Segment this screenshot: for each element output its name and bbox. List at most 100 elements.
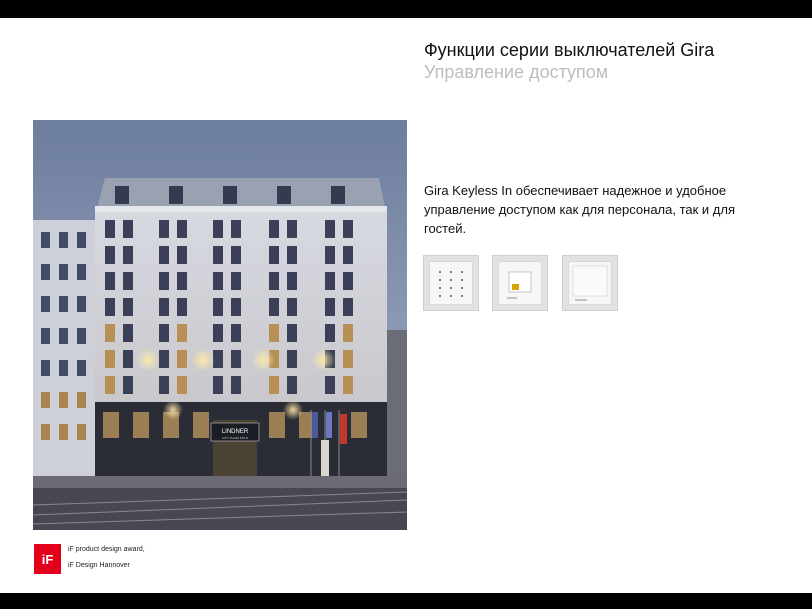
building-window bbox=[343, 272, 353, 290]
card-reader-icon bbox=[498, 261, 542, 305]
building-window bbox=[231, 376, 241, 394]
building-window bbox=[351, 412, 367, 438]
building-window bbox=[159, 246, 169, 264]
building-window bbox=[103, 412, 119, 438]
building-window bbox=[59, 328, 68, 344]
building-window bbox=[59, 232, 68, 248]
building-window bbox=[269, 376, 279, 394]
building-window bbox=[123, 220, 133, 238]
building-window bbox=[213, 324, 223, 342]
building-window bbox=[177, 220, 187, 238]
building-window bbox=[177, 376, 187, 394]
building-window bbox=[343, 298, 353, 316]
building-window bbox=[269, 246, 279, 264]
building-window bbox=[105, 298, 115, 316]
building-window bbox=[169, 186, 183, 204]
building-window bbox=[159, 272, 169, 290]
building-window bbox=[159, 376, 169, 394]
building-window bbox=[213, 376, 223, 394]
award-line-2: iF Design Hannover bbox=[68, 562, 130, 569]
building-window bbox=[287, 220, 297, 238]
building-window bbox=[213, 220, 223, 238]
building-window bbox=[77, 232, 86, 248]
thumbnail-fingerprint-reader[interactable] bbox=[562, 255, 618, 311]
building-window bbox=[325, 220, 335, 238]
building-window bbox=[159, 324, 169, 342]
building-window bbox=[105, 272, 115, 290]
building-window bbox=[105, 376, 115, 394]
building-window bbox=[105, 350, 115, 368]
building-window bbox=[287, 376, 297, 394]
building-window bbox=[325, 324, 335, 342]
slide-subtitle: Управление доступом bbox=[424, 62, 609, 82]
building-window bbox=[177, 350, 187, 368]
building-window bbox=[325, 272, 335, 290]
building-window bbox=[159, 298, 169, 316]
body-text: Gira Keyless In обеспечивает надежное и … bbox=[424, 183, 736, 236]
building-window bbox=[231, 246, 241, 264]
building-window bbox=[343, 220, 353, 238]
building-window bbox=[41, 360, 50, 376]
building-window bbox=[231, 272, 241, 290]
building-window bbox=[77, 360, 86, 376]
hotel-sign-sub: CITY PLAZA KÖLN bbox=[222, 436, 248, 440]
building-window bbox=[105, 246, 115, 264]
building-window bbox=[77, 424, 86, 440]
hotel-photo: LINDNER CITY PLAZA KÖLN bbox=[33, 120, 407, 530]
building-window bbox=[213, 298, 223, 316]
if-award-logo: iF bbox=[34, 544, 61, 574]
building-window bbox=[133, 412, 149, 438]
building-window bbox=[105, 220, 115, 238]
building-window bbox=[105, 324, 115, 342]
building-window bbox=[123, 376, 133, 394]
building-window bbox=[325, 376, 335, 394]
building-window bbox=[277, 186, 291, 204]
building-window bbox=[223, 186, 237, 204]
building-window bbox=[41, 296, 50, 312]
building-window bbox=[287, 298, 297, 316]
building-window bbox=[123, 272, 133, 290]
building-window bbox=[159, 220, 169, 238]
building-window bbox=[287, 350, 297, 368]
building-window bbox=[269, 272, 279, 290]
building-window bbox=[41, 232, 50, 248]
bottom-bar bbox=[0, 593, 812, 609]
building-window bbox=[123, 350, 133, 368]
building-window bbox=[325, 246, 335, 264]
building-window bbox=[213, 272, 223, 290]
building-window bbox=[59, 296, 68, 312]
building-window bbox=[123, 298, 133, 316]
building-window bbox=[177, 324, 187, 342]
building-window bbox=[269, 298, 279, 316]
keypad-icon bbox=[429, 261, 473, 305]
if-logo-text: iF bbox=[42, 552, 54, 567]
building-window bbox=[159, 350, 169, 368]
building-window bbox=[41, 328, 50, 344]
building-window bbox=[231, 298, 241, 316]
building-window bbox=[77, 296, 86, 312]
building-window bbox=[269, 220, 279, 238]
building-window bbox=[193, 412, 209, 438]
building-window bbox=[77, 328, 86, 344]
building-window bbox=[343, 350, 353, 368]
building-window bbox=[213, 246, 223, 264]
building-window bbox=[41, 424, 50, 440]
building-window bbox=[123, 246, 133, 264]
building-window bbox=[177, 298, 187, 316]
building-window bbox=[269, 412, 285, 438]
thumbnail-keypad[interactable] bbox=[423, 255, 479, 311]
building-window bbox=[41, 264, 50, 280]
thumbnail-card-reader[interactable] bbox=[492, 255, 548, 311]
slide-title: Функции серии выключателей Gira bbox=[424, 40, 715, 60]
building-window bbox=[331, 186, 345, 204]
building-window bbox=[59, 360, 68, 376]
building-window bbox=[59, 264, 68, 280]
award-line-1: iF product design award, bbox=[68, 546, 145, 553]
building-window bbox=[59, 424, 68, 440]
building-window bbox=[77, 392, 86, 408]
building-window bbox=[41, 392, 50, 408]
building-window bbox=[325, 298, 335, 316]
building-window bbox=[231, 220, 241, 238]
building-window bbox=[287, 324, 297, 342]
top-bar bbox=[0, 0, 812, 18]
